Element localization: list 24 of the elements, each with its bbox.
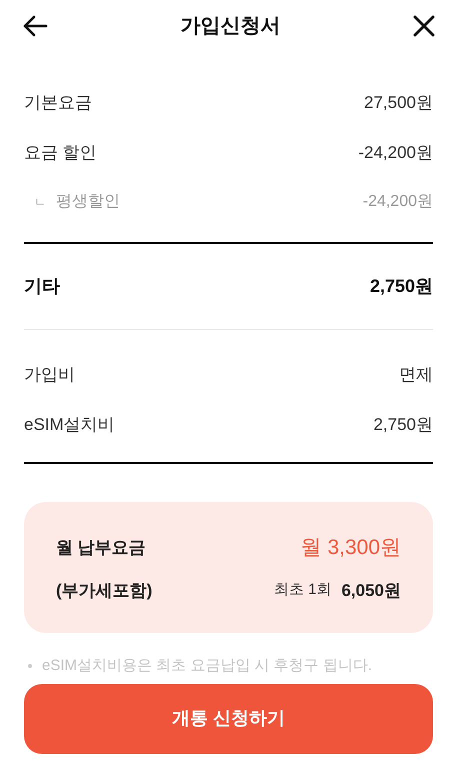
page-title: 가입신청서 bbox=[180, 14, 280, 39]
close-icon[interactable] bbox=[413, 15, 435, 37]
fee-label: 기본요금 bbox=[24, 92, 92, 114]
note-text: eSIM설치비용은 최초 요금납입 시 후청구 됩니다. bbox=[42, 656, 372, 676]
fee-value: 2,750원 bbox=[373, 414, 433, 436]
fee-value: -24,200원 bbox=[358, 142, 433, 164]
sub-fee-label: 평생할인 bbox=[56, 192, 120, 212]
other-total-label: 기타 bbox=[24, 275, 60, 298]
fee-label: eSIM설치비 bbox=[24, 414, 115, 436]
sub-fee-value: -24,200원 bbox=[362, 192, 433, 212]
other-total-value: 2,750원 bbox=[370, 275, 433, 298]
monthly-fee: 월 3,300원 bbox=[300, 535, 401, 561]
bullet-icon bbox=[28, 664, 32, 668]
vat-note: (부가세포함) bbox=[56, 580, 152, 602]
first-payment-value: 6,050원 bbox=[341, 580, 401, 602]
fee-label: 가입비 bbox=[24, 364, 75, 386]
fee-value: 면제 bbox=[399, 364, 433, 386]
fee-value: 27,500원 bbox=[364, 92, 433, 114]
first-payment-label: 최초 1회 bbox=[274, 580, 332, 600]
submit-button[interactable]: 개통 신청하기 bbox=[24, 684, 433, 754]
sub-item-marker: ㄴ bbox=[34, 194, 46, 211]
back-arrow-icon[interactable] bbox=[22, 15, 48, 37]
summary-label: 월 납부요금 bbox=[56, 537, 146, 559]
fee-label: 요금 할인 bbox=[24, 142, 97, 164]
